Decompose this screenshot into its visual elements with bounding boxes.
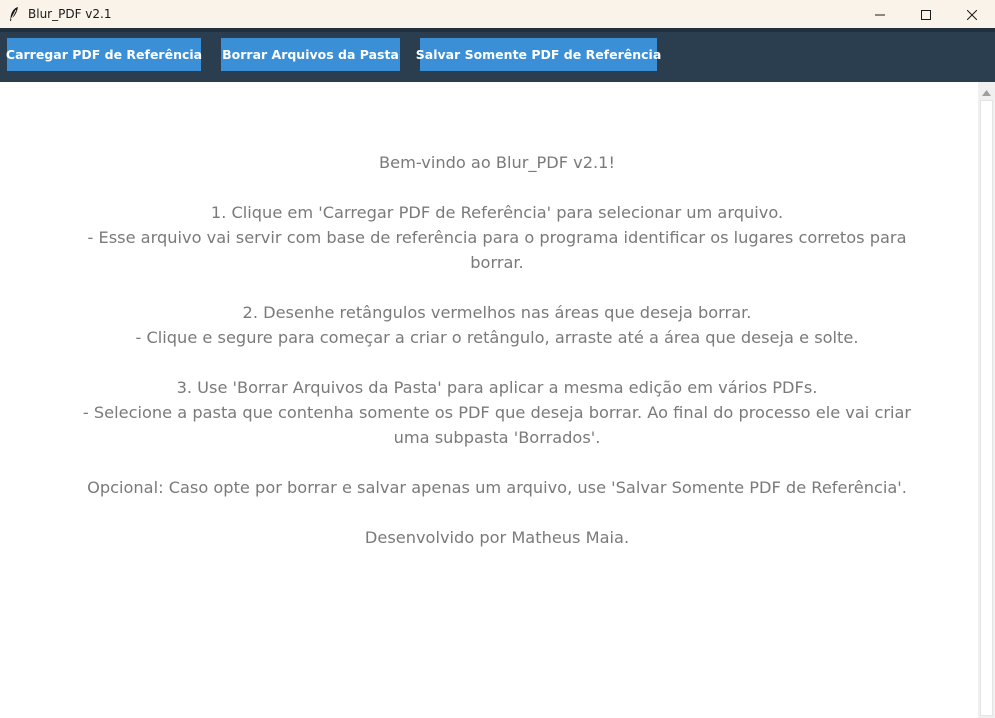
scroll-thumb[interactable] (980, 100, 993, 716)
instruction-step-3-detail-cont: uma subpasta 'Borrados'. (393, 428, 601, 447)
app-window: Blur_PDF v2.1 Carregar PDF de Referência… (0, 0, 995, 718)
title-bar[interactable]: Blur_PDF v2.1 (0, 0, 995, 28)
feather-icon (6, 6, 22, 22)
blur-folder-files-button[interactable]: Borrar Arquivos da Pasta (221, 38, 400, 71)
close-icon (966, 5, 978, 24)
window-controls (857, 0, 995, 28)
scroll-up-arrow-icon (982, 81, 991, 100)
instruction-step-1-detail-cont: borrar. (470, 253, 524, 272)
maximize-icon (921, 5, 931, 24)
instruction-step-2-detail: - Clique e segure para começar a criar o… (135, 328, 859, 347)
toolbar: Carregar PDF de Referência Borrar Arquiv… (0, 28, 995, 82)
close-button[interactable] (949, 0, 995, 28)
save-reference-pdf-button[interactable]: Salvar Somente PDF de Referência (416, 38, 661, 71)
developer-credit: Desenvolvido por Matheus Maia. (364, 528, 630, 547)
welcome-heading: Bem-vindo ao Blur_PDF v2.1! (379, 153, 615, 172)
minimize-icon (875, 5, 885, 24)
minimize-button[interactable] (857, 0, 903, 28)
window-title: Blur_PDF v2.1 (28, 7, 112, 21)
instruction-step-1: 1. Clique em 'Carregar PDF de Referência… (210, 203, 784, 222)
instruction-step-2: 2. Desenhe retângulos vermelhos nas área… (242, 303, 752, 322)
load-reference-pdf-button[interactable]: Carregar PDF de Referência (6, 38, 202, 71)
scroll-up-button[interactable] (978, 82, 995, 99)
maximize-button[interactable] (903, 0, 949, 28)
instruction-step-3: 3. Use 'Borrar Arquivos da Pasta' para a… (176, 378, 818, 397)
welcome-instructions: Bem-vindo ao Blur_PDF v2.1! 1. Clique em… (0, 150, 994, 550)
vertical-scrollbar[interactable] (978, 82, 995, 718)
instruction-step-3-detail: - Selecione a pasta que contenha somente… (82, 403, 912, 422)
instruction-step-1-detail: - Esse arquivo vai servir com base de re… (87, 228, 907, 247)
optional-note: Opcional: Caso opte por borrar e salvar … (87, 478, 907, 497)
